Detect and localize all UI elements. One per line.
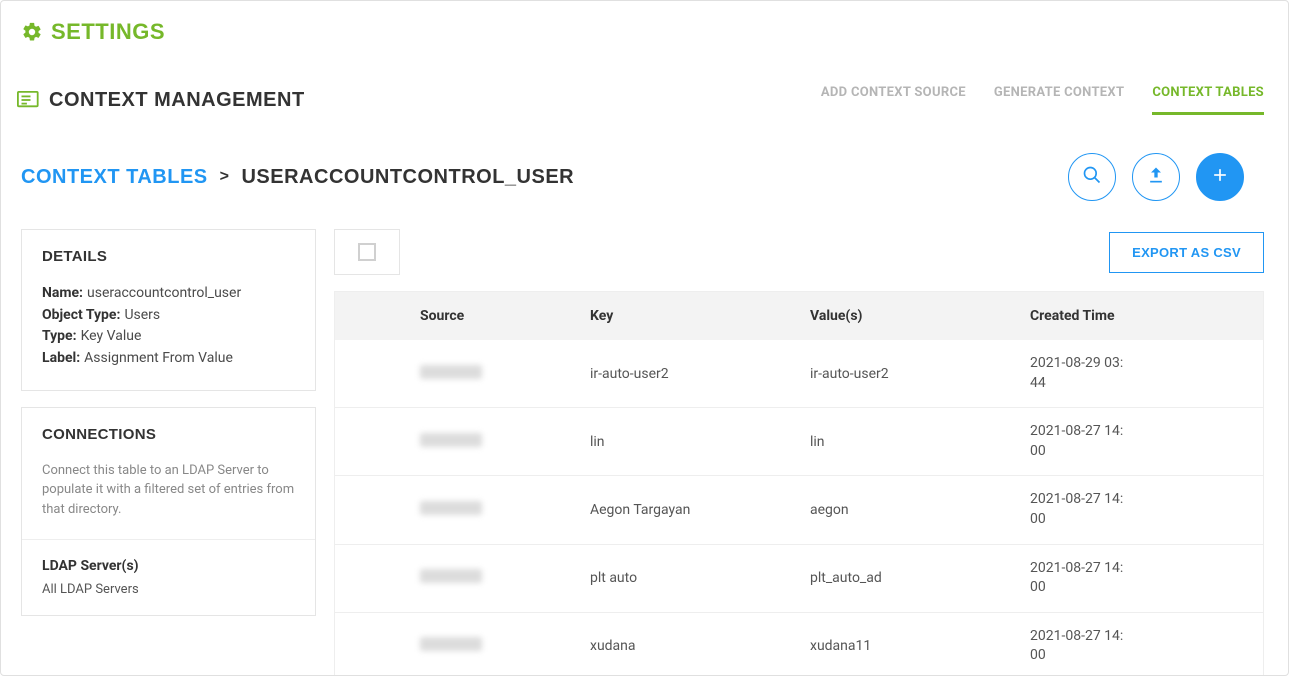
- source-cell: [420, 433, 482, 447]
- source-cell: [420, 365, 482, 379]
- th-source[interactable]: Source: [390, 308, 590, 324]
- context-icon: [17, 91, 39, 109]
- ldap-servers-value: All LDAP Servers: [42, 582, 295, 597]
- created-cell: 2021-08-27 14:00: [1030, 422, 1263, 461]
- context-table: Source Key Value(s) Created Time ir-auto…: [334, 291, 1264, 675]
- details-label-value: Assignment From Value: [84, 350, 233, 366]
- settings-label: SETTINGS: [51, 19, 165, 45]
- add-button[interactable]: [1196, 153, 1244, 201]
- gear-icon: [21, 21, 43, 43]
- th-key[interactable]: Key: [590, 308, 810, 324]
- tab-context-tables[interactable]: CONTEXT TABLES: [1152, 85, 1264, 115]
- table-row[interactable]: plt autoplt_auto_ad2021-08-27 14:00: [335, 544, 1263, 612]
- created-cell: 2021-08-27 14:00: [1030, 627, 1263, 666]
- details-objtype-label: Object Type:: [42, 307, 120, 323]
- select-all-wrap[interactable]: [334, 229, 400, 275]
- select-all-checkbox[interactable]: [358, 243, 376, 261]
- key-cell: plt auto: [590, 570, 810, 586]
- upload-button[interactable]: [1132, 153, 1180, 201]
- upload-icon: [1146, 165, 1166, 189]
- created-cell: 2021-08-27 14:00: [1030, 559, 1263, 598]
- value-cell: lin: [810, 434, 1030, 450]
- th-value[interactable]: Value(s): [810, 308, 1030, 324]
- tab-add-context-source[interactable]: ADD CONTEXT SOURCE: [821, 85, 966, 115]
- value-cell: ir-auto-user2: [810, 366, 1030, 382]
- value-cell: xudana11: [810, 638, 1030, 654]
- key-cell: Aegon Targayan: [590, 502, 810, 518]
- breadcrumb: CONTEXT TABLES > USERACCOUNTCONTROL_USER: [21, 166, 574, 189]
- table-row[interactable]: linlin2021-08-27 14:00: [335, 407, 1263, 475]
- table-row[interactable]: Aegon Targayanaegon2021-08-27 14:00: [335, 475, 1263, 543]
- connections-card: CONNECTIONS Connect this table to an LDA…: [21, 407, 316, 617]
- search-button[interactable]: [1068, 153, 1116, 201]
- details-label-label: Label:: [42, 350, 80, 366]
- ldap-servers-label: LDAP Server(s): [42, 558, 295, 574]
- tab-bar: ADD CONTEXT SOURCE GENERATE CONTEXT CONT…: [821, 85, 1264, 115]
- source-cell: [420, 569, 482, 583]
- key-cell: lin: [590, 434, 810, 450]
- details-objtype-value: Users: [124, 307, 160, 323]
- created-cell: 2021-08-29 03:44: [1030, 354, 1263, 393]
- details-type-label: Type:: [42, 328, 77, 344]
- breadcrumb-separator: >: [220, 168, 230, 186]
- details-name-label: Name:: [42, 285, 83, 301]
- search-icon: [1082, 165, 1102, 189]
- source-cell: [420, 637, 482, 651]
- created-cell: 2021-08-27 14:00: [1030, 490, 1263, 529]
- table-row[interactable]: ir-auto-user2ir-auto-user22021-08-29 03:…: [335, 340, 1263, 407]
- section-title: CONTEXT MANAGEMENT: [49, 89, 305, 112]
- breadcrumb-current: USERACCOUNTCONTROL_USER: [241, 166, 574, 189]
- source-cell: [420, 501, 482, 515]
- details-name-value: useraccountcontrol_user: [87, 285, 241, 301]
- table-row[interactable]: xudanaxudana112021-08-27 14:00: [335, 612, 1263, 675]
- tab-generate-context[interactable]: GENERATE CONTEXT: [994, 85, 1124, 115]
- value-cell: plt_auto_ad: [810, 570, 1030, 586]
- table-header: Source Key Value(s) Created Time: [335, 292, 1263, 340]
- page-title: SETTINGS: [21, 19, 1264, 45]
- connections-desc: Connect this table to an LDAP Server to …: [22, 461, 315, 540]
- details-type-value: Key Value: [81, 328, 142, 344]
- details-card: DETAILS Name:useraccountcontrol_user Obj…: [21, 229, 316, 391]
- th-created[interactable]: Created Time: [1030, 308, 1263, 324]
- breadcrumb-parent[interactable]: CONTEXT TABLES: [21, 166, 208, 189]
- details-title: DETAILS: [22, 230, 315, 283]
- key-cell: ir-auto-user2: [590, 366, 810, 382]
- value-cell: aegon: [810, 502, 1030, 518]
- connections-title: CONNECTIONS: [22, 408, 315, 461]
- key-cell: xudana: [590, 638, 810, 654]
- export-csv-button[interactable]: EXPORT AS CSV: [1109, 232, 1264, 273]
- plus-icon: [1210, 165, 1230, 189]
